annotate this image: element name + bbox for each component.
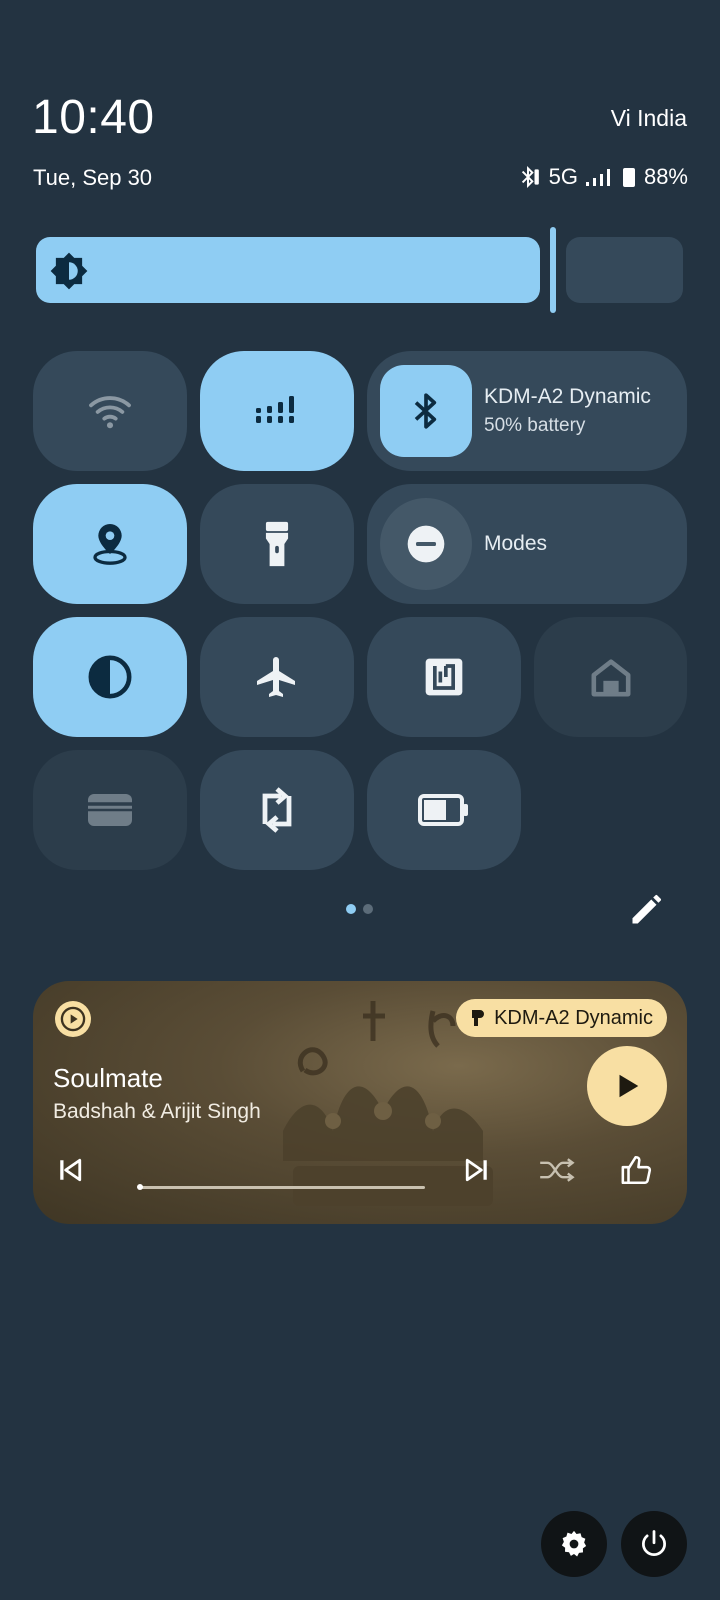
thumbs-up-icon	[621, 1155, 652, 1185]
network-type: 5G	[548, 164, 578, 189]
modes-tile-text: Modes	[484, 532, 547, 556]
earbud-icon	[472, 1010, 485, 1026]
mobile-data-tile[interactable]	[200, 351, 354, 471]
page-indicator-active	[346, 904, 356, 914]
location-icon	[93, 524, 127, 565]
battery-status-icon	[622, 168, 635, 187]
home-icon	[591, 659, 630, 697]
like-button[interactable]	[616, 1149, 658, 1191]
airplane-mode-tile[interactable]	[200, 617, 354, 737]
song-title: Soulmate	[53, 1063, 163, 1093]
carrier-name: Vi India	[610, 105, 687, 131]
brightness-icon	[50, 252, 88, 290]
date[interactable]: Tue, Sep 30	[33, 165, 152, 191]
rotate-icon	[262, 787, 292, 833]
battery-saver-tile[interactable]	[367, 750, 521, 870]
battery-percent: 88%	[643, 164, 688, 189]
bluetooth-device-battery: 50% battery	[484, 415, 586, 436]
bluetooth-device-name: KDM-A2 Dynamic	[484, 385, 651, 408]
edit-icon[interactable]	[628, 892, 664, 928]
nfc-icon	[425, 658, 463, 696]
song-artist: Badshah & Arijit Singh	[53, 1100, 261, 1123]
wifi-icon	[89, 396, 131, 429]
bluetooth-icon	[414, 393, 437, 429]
wifi-tile[interactable]	[33, 351, 187, 471]
power-icon	[642, 1530, 666, 1556]
previous-button[interactable]	[49, 1149, 91, 1191]
wallet-icon	[88, 794, 132, 826]
settings-button[interactable]	[541, 1511, 607, 1577]
wallet-tile[interactable]	[33, 750, 187, 870]
seek-bar[interactable]	[139, 1186, 425, 1189]
skip-previous-icon	[60, 1158, 82, 1182]
nfc-tile[interactable]	[367, 617, 521, 737]
skip-next-icon	[465, 1158, 487, 1182]
play-icon	[619, 1074, 639, 1098]
brightness-slider-remaining[interactable]	[566, 237, 683, 303]
signal-strength-icon	[585, 169, 610, 186]
seek-bar-thumb[interactable]	[137, 1184, 143, 1190]
dark-theme-tile[interactable]	[33, 617, 187, 737]
battery-icon	[418, 794, 468, 826]
airplane-icon	[257, 657, 295, 697]
play-button[interactable]	[587, 1046, 667, 1126]
power-button[interactable]	[621, 1511, 687, 1577]
modes-tile[interactable]: Modes	[367, 484, 687, 604]
auto-rotate-tile[interactable]	[200, 750, 354, 870]
page-indicator	[363, 904, 373, 914]
play-circle-icon	[60, 1006, 86, 1032]
modes-toggle[interactable]	[380, 498, 472, 590]
settings-icon	[561, 1530, 587, 1557]
status-icons: 5G 88%	[515, 164, 688, 190]
flashlight-tile[interactable]	[200, 484, 354, 604]
flashlight-icon	[265, 521, 289, 567]
clock[interactable]: 10:40	[32, 90, 155, 145]
signal-icon	[256, 396, 294, 423]
shuffle-button[interactable]	[536, 1149, 578, 1191]
bluetooth-status-icon	[521, 165, 539, 189]
modes-label: Modes	[484, 532, 548, 555]
bluetooth-toggle[interactable]	[380, 365, 472, 457]
brightness-slider-handle[interactable]	[550, 227, 556, 313]
shuffle-icon	[540, 1158, 575, 1182]
media-app-icon[interactable]	[55, 1001, 91, 1037]
bluetooth-tile-text: KDM-A2 Dynamic 50% battery	[484, 385, 654, 437]
bluetooth-tile[interactable]: KDM-A2 Dynamic 50% battery	[367, 351, 687, 471]
next-button[interactable]	[456, 1149, 498, 1191]
output-device-chip[interactable]: KDM-A2 Dynamic	[456, 999, 667, 1037]
output-device-name: KDM-A2 Dynamic	[494, 1006, 653, 1029]
brightness-slider[interactable]	[36, 237, 540, 303]
do-not-disturb-icon	[407, 525, 445, 563]
location-tile[interactable]	[33, 484, 187, 604]
contrast-icon	[88, 655, 132, 699]
home-tile[interactable]	[534, 617, 687, 737]
